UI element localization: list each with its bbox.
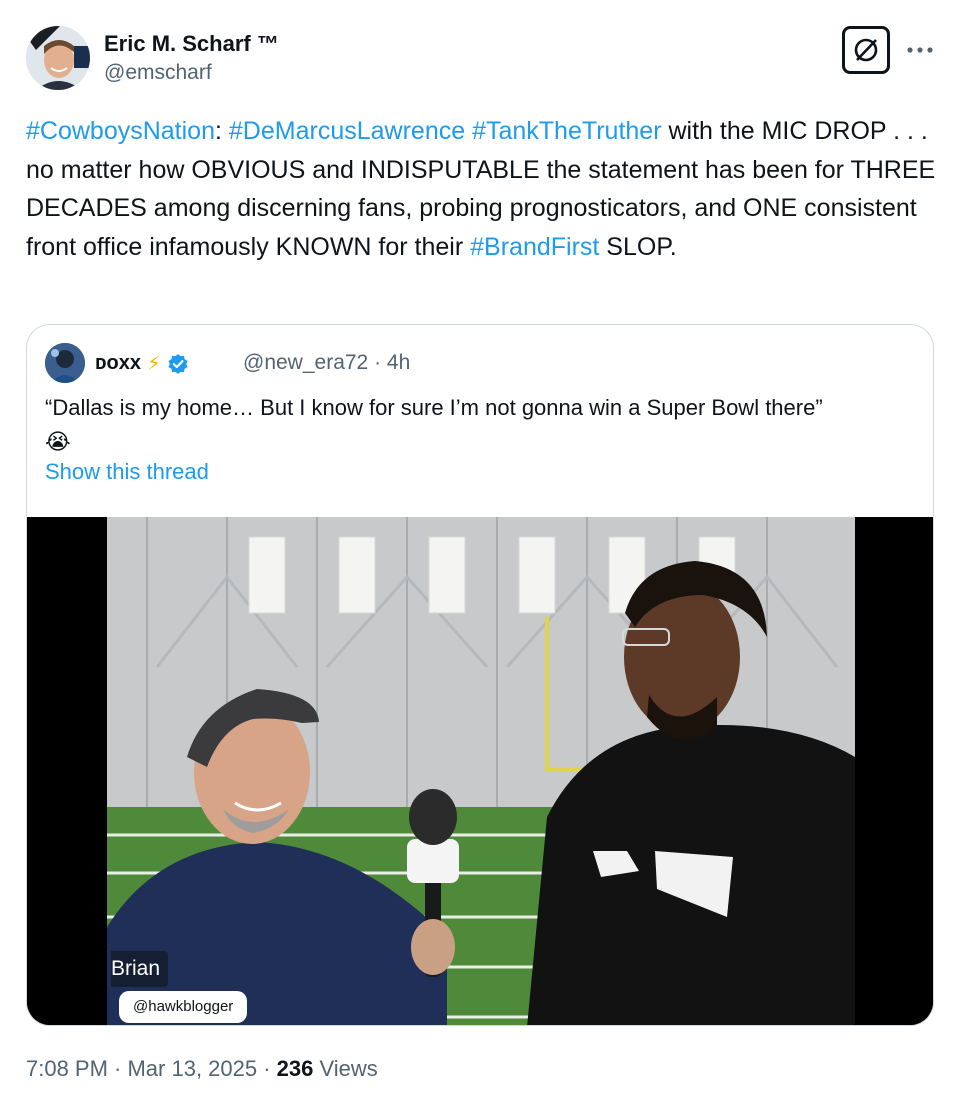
author-display-name[interactable]: Eric M. Scharf ™ [104,30,279,58]
hashtag-cowboysnation[interactable]: #CowboysNation [26,117,215,145]
quoted-author-avatar[interactable] [45,343,85,383]
quoted-tweet-text: “Dallas is my home… But I know for sure … [45,391,925,459]
grok-icon[interactable] [842,26,890,74]
tweet-timestamp[interactable]: 7:08 PM · Mar 13, 2025 · [26,1056,277,1081]
author-avatar[interactable] [26,26,90,90]
video-caption-name: Brian [111,951,169,987]
hashtag-demarcuslawrence[interactable]: #DeMarcusLawrence [229,117,465,145]
tweet-text-segment: : [215,117,229,145]
quoted-tweet-header: ᴅᴏxx ⚡ @new_era72 · 4h [45,343,905,383]
quoted-author-name-group[interactable]: ᴅᴏxx ⚡ [95,351,189,376]
views-count[interactable]: 236 [277,1056,314,1081]
more-icon[interactable] [904,34,936,66]
quoted-tweet-card[interactable]: ᴅᴏxx ⚡ @new_era72 · 4h “Dallas is my hom… [26,324,934,1026]
video-frame [27,517,933,1025]
quoted-author-name[interactable]: ᴅᴏxx [95,352,141,375]
video-caption-name-text: Brian [111,957,161,980]
tweet-text: #CowboysNation: #DeMarcusLawrence #TankT… [26,112,936,266]
author-handle[interactable]: @emscharf [104,58,279,88]
quoted-handle-time[interactable]: @new_era72 · 4h [243,351,410,375]
video-media[interactable]: Brian @hawkblogger [27,517,933,1025]
hashtag-brandfirst[interactable]: #BrandFirst [470,233,599,261]
lightning-emoji: ⚡ [146,353,162,375]
quoted-text-body: “Dallas is my home… But I know for sure … [45,395,823,420]
tweet-metadata: 7:08 PM · Mar 13, 2025 · 236 Views [26,1054,378,1084]
crying-emoji: 😭 [45,429,71,454]
hashtag-tankthetruther[interactable]: #TankTheTruther [472,117,661,145]
views-label[interactable]: Views [313,1056,378,1081]
tweet-header: Eric M. Scharf ™ @emscharf [26,26,934,92]
video-caption-handle: @hawkblogger [119,991,248,1023]
verified-badge-icon [167,353,189,375]
show-thread-link[interactable]: Show this thread [45,459,209,485]
tweet-text-segment: SLOP. [599,232,677,261]
